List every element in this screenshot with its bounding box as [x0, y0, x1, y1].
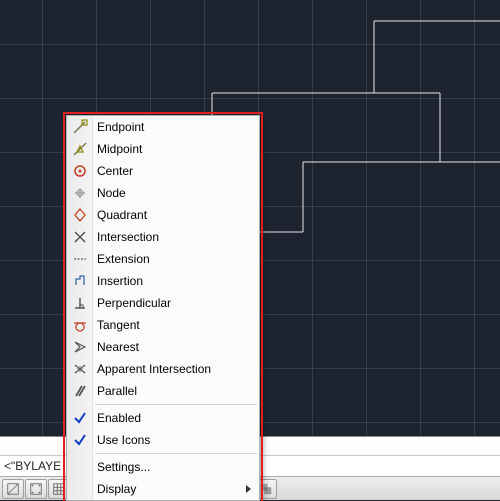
- insertion-icon: [71, 272, 89, 290]
- menu-label: Perpendicular: [97, 296, 171, 310]
- menu-label: Center: [97, 164, 133, 178]
- check-icon: [71, 409, 89, 427]
- quadrant-icon: [71, 206, 89, 224]
- menu-label: Use Icons: [97, 433, 150, 447]
- snap-toggle[interactable]: [25, 479, 47, 499]
- menu-item-extension[interactable]: Extension: [67, 248, 259, 270]
- menu-item-settings[interactable]: Settings...: [67, 456, 259, 478]
- perpendicular-icon: [71, 294, 89, 312]
- menu-label: Endpoint: [97, 120, 144, 134]
- menu-item-apparent-intersection[interactable]: Apparent Intersection: [67, 358, 259, 380]
- nearest-icon: [71, 338, 89, 356]
- menu-item-quadrant[interactable]: Quadrant: [67, 204, 259, 226]
- intersection-icon: [71, 228, 89, 246]
- menu-label: Insertion: [97, 274, 143, 288]
- check-icon: [71, 431, 89, 449]
- menu-label: Tangent: [97, 318, 140, 332]
- command-text: <"BYLAYE: [4, 459, 61, 473]
- menu-label: Nearest: [97, 340, 139, 354]
- menu-item-nearest[interactable]: Nearest: [67, 336, 259, 358]
- menu-label: Extension: [97, 252, 150, 266]
- tangent-icon: [71, 316, 89, 334]
- menu-item-endpoint[interactable]: Endpoint: [67, 116, 259, 138]
- menu-label: Node: [97, 186, 126, 200]
- center-icon: [71, 162, 89, 180]
- menu-item-use-icons[interactable]: Use Icons: [67, 429, 259, 451]
- menu-label: Display: [97, 482, 136, 496]
- infer-constraints-toggle[interactable]: [2, 479, 24, 499]
- endpoint-icon: [71, 118, 89, 136]
- menu-label: Midpoint: [97, 142, 142, 156]
- menu-label: Apparent Intersection: [97, 362, 211, 376]
- midpoint-icon: [71, 140, 89, 158]
- menu-item-intersection[interactable]: Intersection: [67, 226, 259, 248]
- menu-item-parallel[interactable]: Parallel: [67, 380, 259, 402]
- menu-item-display[interactable]: Display: [67, 478, 259, 500]
- menu-label: Intersection: [97, 230, 159, 244]
- menu-item-enabled[interactable]: Enabled: [67, 407, 259, 429]
- menu-item-midpoint[interactable]: Midpoint: [67, 138, 259, 160]
- apparent-intersection-icon: [71, 360, 89, 378]
- menu-item-center[interactable]: Center: [67, 160, 259, 182]
- node-icon: [71, 184, 89, 202]
- menu-item-perpendicular[interactable]: Perpendicular: [67, 292, 259, 314]
- osnap-context-menu: Endpoint Midpoint Center Node Quadrant I…: [66, 115, 260, 501]
- menu-item-node[interactable]: Node: [67, 182, 259, 204]
- parallel-icon: [71, 382, 89, 400]
- extension-icon: [71, 250, 89, 268]
- menu-item-insertion[interactable]: Insertion: [67, 270, 259, 292]
- submenu-arrow-icon: [246, 485, 251, 493]
- menu-item-tangent[interactable]: Tangent: [67, 314, 259, 336]
- menu-label: Quadrant: [97, 208, 147, 222]
- menu-label: Parallel: [97, 384, 137, 398]
- menu-label: Settings...: [97, 460, 150, 474]
- menu-label: Enabled: [97, 411, 141, 425]
